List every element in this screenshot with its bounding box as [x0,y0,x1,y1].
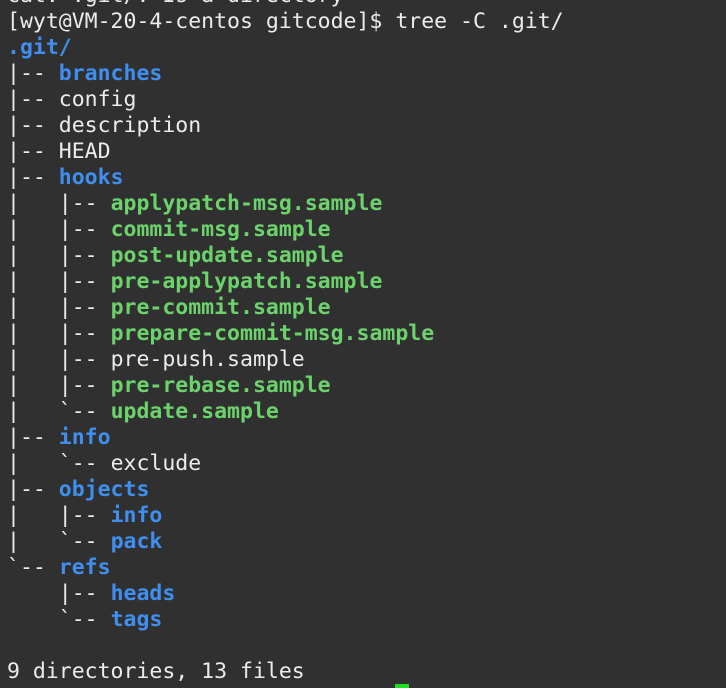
tree-branch: | `-- [7,399,111,424]
terminal-line: | |-- applypatch-msg.sample [7,191,564,217]
executable-file-name: pre-commit.sample [110,295,331,320]
tree-branch: | |-- [7,347,111,372]
directory-name: .git/ [7,35,72,60]
tree-branch: | |-- [7,373,111,398]
tree-branch: `-- [7,607,111,632]
terminal-line: |-- hooks [7,165,564,191]
terminal-line: `-- tags [7,607,564,633]
tree-branch: |-- [7,165,59,190]
tree-branch: |-- [7,87,59,112]
tree-branch: | `-- [7,529,111,554]
executable-file-name: pre-applypatch.sample [110,269,383,294]
tree-branch: | `-- [7,451,111,476]
executable-file-name: post-update.sample [110,243,344,268]
tree-branch: |-- [7,113,59,138]
executable-file-name: update.sample [110,399,279,424]
directory-name: objects [58,477,150,502]
tree-branch: |-- [7,139,59,164]
tree-branch: | |-- [7,217,111,242]
text: 9 directories, 13 files [7,659,305,684]
text: [wyt@VM-20-4-centos gitcode]$ tree -C .g… [7,9,564,34]
tree-branch: `-- [7,555,59,580]
terminal-line: .git/ [7,35,564,61]
directory-name: info [110,503,163,528]
directory-name: refs [58,555,111,580]
directory-name: hooks [58,165,124,190]
executable-file-name: pre-rebase.sample [110,373,331,398]
terminal-line: | |-- post-update.sample [7,243,564,269]
terminal-line: | |-- pre-commit.sample [7,295,564,321]
terminal-line: 9 directories, 13 files [7,659,564,685]
terminal-line: `-- refs [7,555,564,581]
text: config [58,87,137,112]
tree-branch: | |-- [7,295,111,320]
terminal-line: |-- config [7,87,564,113]
terminal-line: | `-- exclude [7,451,564,477]
terminal-output[interactable]: cat: .git/: Is a directory[wyt@VM-20-4-c… [7,0,564,685]
tree-branch: |-- [7,477,59,502]
terminal-line: | |-- pre-rebase.sample [7,373,564,399]
text: pre-push.sample [110,347,305,372]
directory-name: info [58,425,111,450]
terminal-line: | `-- pack [7,529,564,555]
tree-branch: | |-- [7,243,111,268]
terminal-line: | |-- info [7,503,564,529]
directory-name: heads [110,581,176,606]
directory-name: pack [110,529,163,554]
text: description [58,113,202,138]
tree-branch: | |-- [7,269,111,294]
terminal-line: cat: .git/: Is a directory [7,0,564,9]
executable-file-name: commit-msg.sample [110,217,331,242]
terminal-line: [wyt@VM-20-4-centos gitcode]$ tree -C .g… [7,9,564,35]
terminal-line: | `-- update.sample [7,399,564,425]
terminal-line: |-- info [7,425,564,451]
terminal-line: | |-- pre-applypatch.sample [7,269,564,295]
terminal-cursor [395,684,409,688]
tree-branch: | |-- [7,321,111,346]
tree-branch: |-- [7,425,59,450]
executable-file-name: applypatch-msg.sample [110,191,383,216]
terminal-line: | |-- commit-msg.sample [7,217,564,243]
terminal-line: | |-- pre-push.sample [7,347,564,373]
tree-branch: |-- [7,61,59,86]
tree-branch: | |-- [7,503,111,528]
tree-branch: |-- [7,581,111,606]
terminal-line: |-- description [7,113,564,139]
text: cat: .git/: Is a directory [7,0,344,8]
terminal-line: |-- HEAD [7,139,564,165]
tree-branch: | |-- [7,191,111,216]
text: HEAD [58,139,111,164]
executable-file-name: prepare-commit-msg.sample [110,321,435,346]
terminal-line: | |-- prepare-commit-msg.sample [7,321,564,347]
directory-name: tags [110,607,163,632]
directory-name: branches [58,61,163,86]
terminal-line: |-- branches [7,61,564,87]
text: exclude [110,451,202,476]
terminal-line: |-- heads [7,581,564,607]
terminal-line: |-- objects [7,477,564,503]
